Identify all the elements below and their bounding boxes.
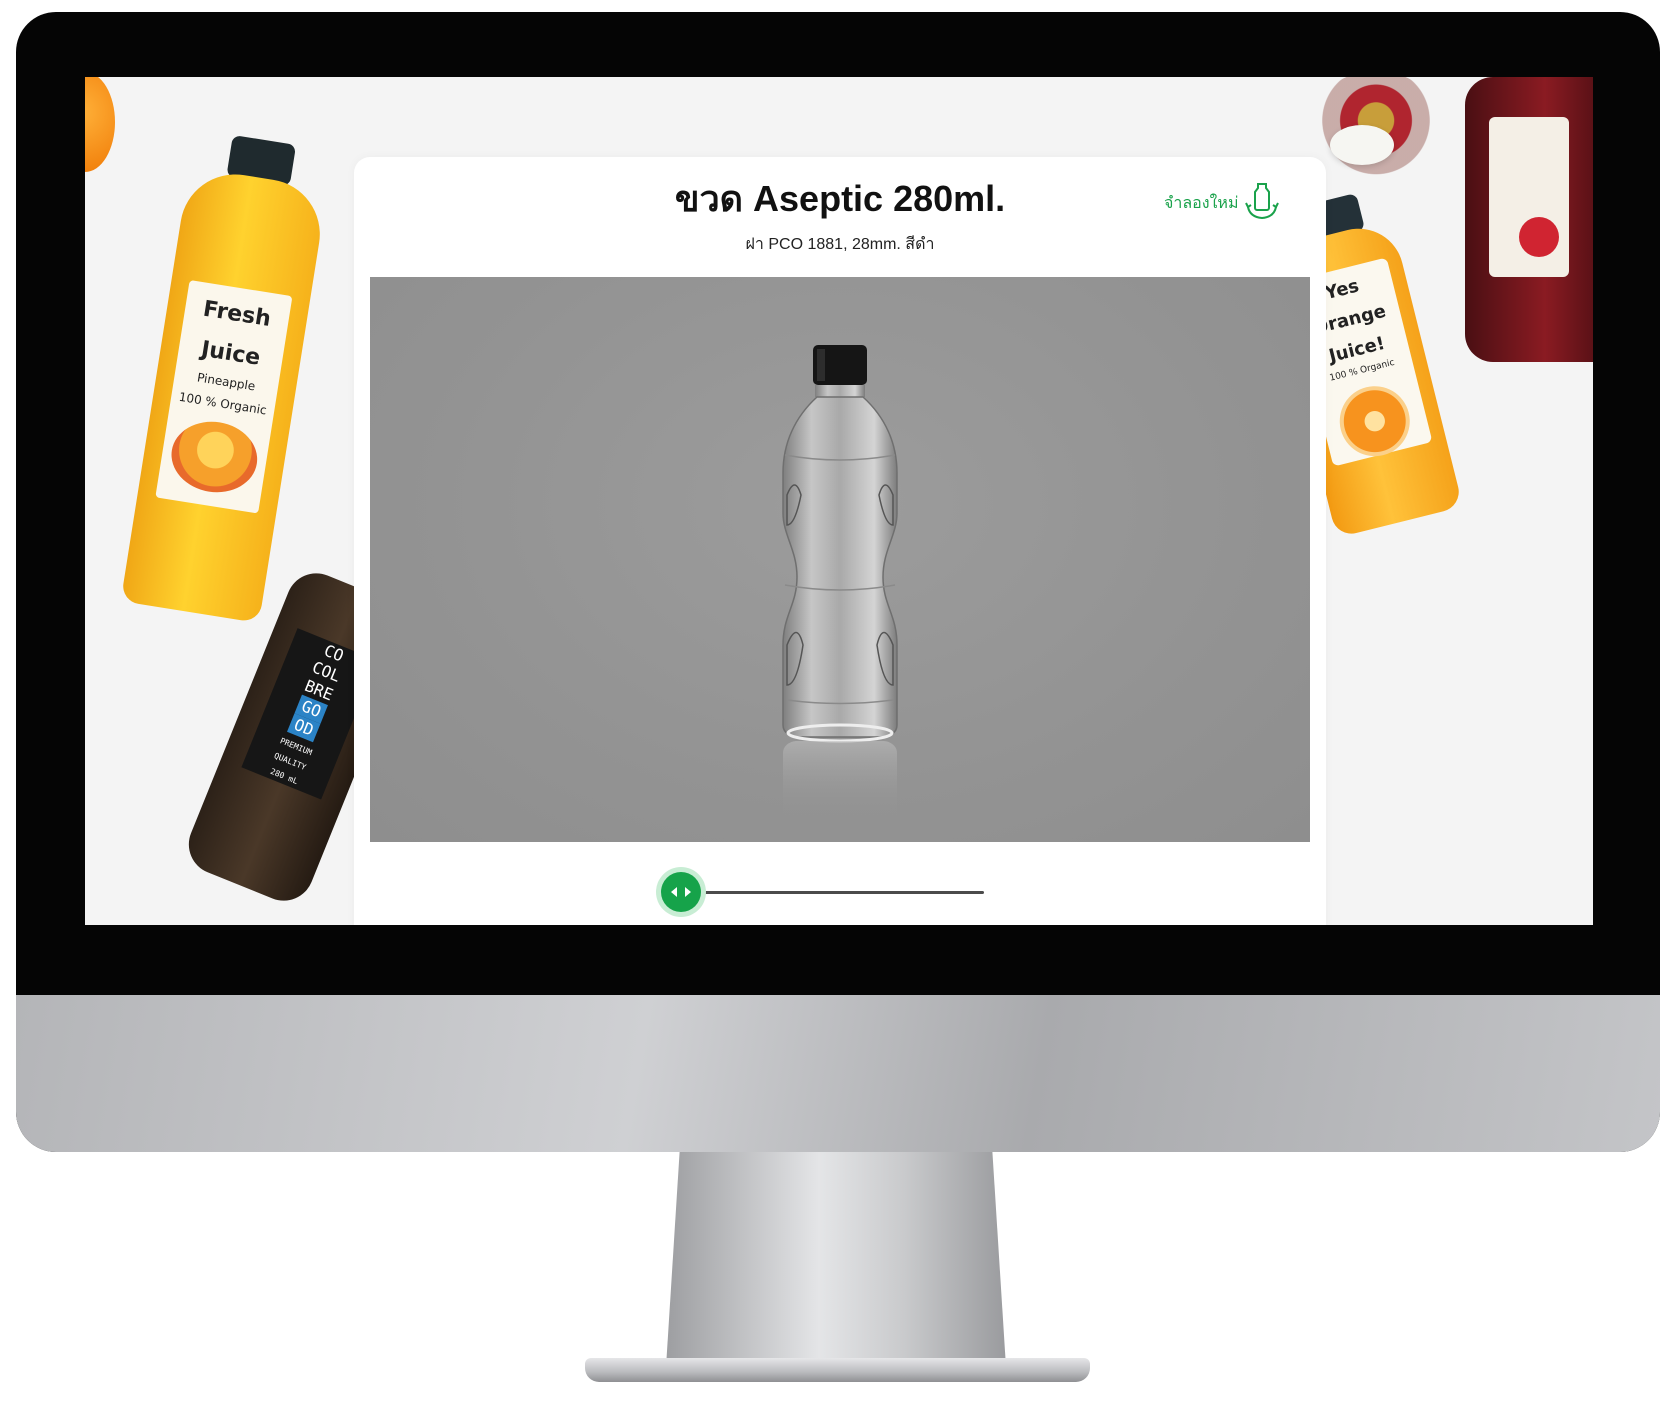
label-line: Organic <box>1359 357 1396 377</box>
label-line: 100 % <box>1328 367 1359 384</box>
label-dot <box>1519 217 1559 257</box>
pineapple-juice-bottle: Fresh Juice Pineapple 100 % Organic <box>120 129 333 625</box>
reset-simulation-label: จำลองใหม่ <box>1164 194 1239 212</box>
left-right-arrows-icon <box>661 872 701 912</box>
slider-track[interactable] <box>694 891 984 894</box>
red-juice-bottle <box>1465 77 1593 362</box>
view-rotation-slider[interactable] <box>654 865 984 925</box>
monitor-chin <box>16 995 1660 1152</box>
bottle-reset-icon <box>1244 181 1279 225</box>
product-3d-viewer[interactable] <box>370 277 1310 842</box>
slider-thumb[interactable] <box>656 867 706 917</box>
label-line: Fresh <box>201 296 273 332</box>
monitor: Fresh Juice Pineapple 100 % Organic CO C… <box>16 12 1660 1152</box>
product-card: ขวด Aseptic 280ml. ฝา PCO 1881, 28mm. สี… <box>354 157 1326 925</box>
bottle-label <box>1489 117 1569 277</box>
orange-decoration <box>85 77 115 172</box>
pineapple-icon <box>166 415 263 499</box>
plant-pot <box>1330 125 1394 165</box>
monitor-stand-neck <box>666 1152 1006 1367</box>
bottle-3d-model <box>782 345 898 815</box>
monitor-stand-base <box>585 1358 1090 1382</box>
screen: Fresh Juice Pineapple 100 % Organic CO C… <box>85 77 1593 925</box>
product-subtitle: ฝา PCO 1881, 28mm. สีดำ <box>745 236 935 253</box>
reset-simulation-button[interactable]: จำลองใหม่ <box>1164 181 1279 225</box>
